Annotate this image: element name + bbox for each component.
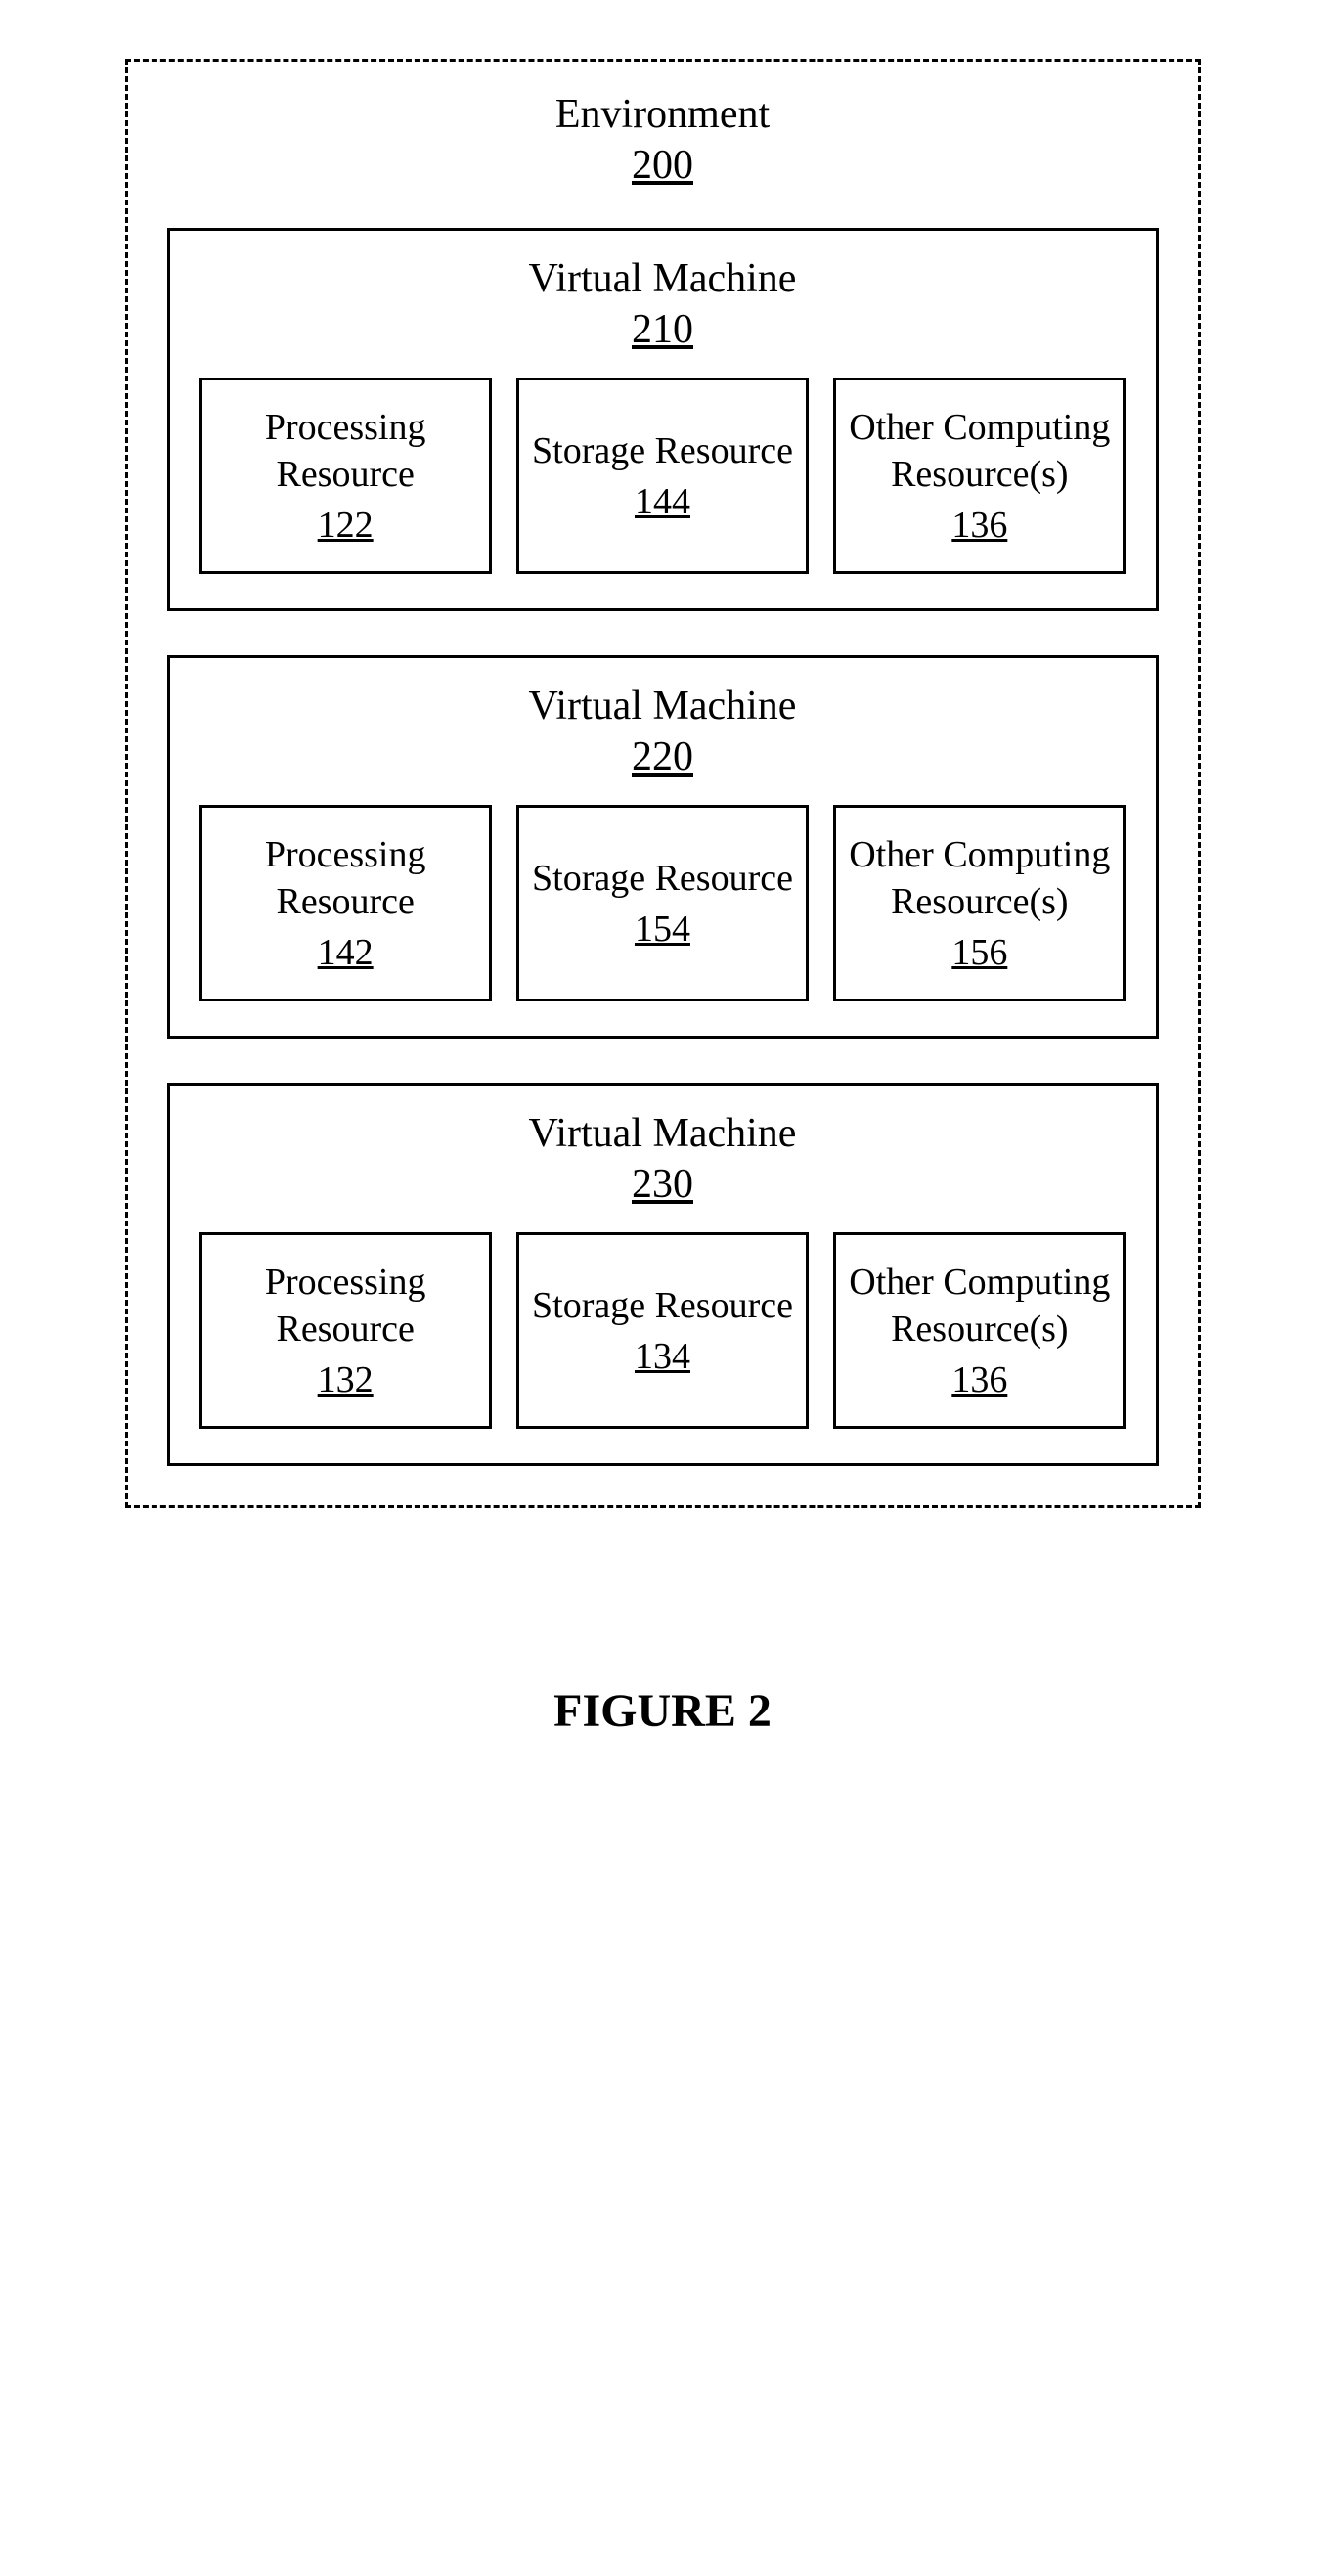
vm-box-0: Virtual Machine 210 Processing Resource … <box>167 228 1159 611</box>
resource-label: Processing Resource <box>212 1260 479 1353</box>
vm-title: Virtual Machine <box>199 255 1126 302</box>
resources-row: Processing Resource 122 Storage Resource… <box>199 378 1126 574</box>
resource-number: 134 <box>635 1335 690 1378</box>
processing-resource: Processing Resource 132 <box>199 1232 492 1429</box>
environment-header: Environment 200 <box>167 91 1159 189</box>
vm-header: Virtual Machine 230 <box>199 1110 1126 1208</box>
vm-title: Virtual Machine <box>199 683 1126 730</box>
vm-header: Virtual Machine 210 <box>199 255 1126 353</box>
resource-number: 156 <box>951 931 1007 974</box>
resource-number: 142 <box>318 931 374 974</box>
other-resource: Other Computing Resource(s) 136 <box>833 1232 1126 1429</box>
environment-number: 200 <box>167 142 1159 189</box>
vm-number: 210 <box>199 306 1126 353</box>
vm-title: Virtual Machine <box>199 1110 1126 1157</box>
resource-number: 136 <box>951 504 1007 547</box>
resource-number: 154 <box>635 908 690 951</box>
resource-label: Storage Resource <box>532 428 793 475</box>
resources-row: Processing Resource 142 Storage Resource… <box>199 805 1126 1001</box>
resource-label: Other Computing Resource(s) <box>846 405 1113 498</box>
resource-label: Other Computing Resource(s) <box>846 832 1113 925</box>
resource-label: Processing Resource <box>212 832 479 925</box>
resource-label: Storage Resource <box>532 1283 793 1330</box>
figure-label: FIGURE 2 <box>553 1684 772 1738</box>
processing-resource: Processing Resource 142 <box>199 805 492 1001</box>
resource-number: 144 <box>635 480 690 523</box>
resource-label: Other Computing Resource(s) <box>846 1260 1113 1353</box>
resource-label: Processing Resource <box>212 405 479 498</box>
resource-number: 132 <box>318 1358 374 1401</box>
vm-number: 230 <box>199 1161 1126 1208</box>
resource-number: 136 <box>951 1358 1007 1401</box>
storage-resource: Storage Resource 154 <box>516 805 809 1001</box>
processing-resource: Processing Resource 122 <box>199 378 492 574</box>
other-resource: Other Computing Resource(s) 136 <box>833 378 1126 574</box>
resources-row: Processing Resource 132 Storage Resource… <box>199 1232 1126 1429</box>
environment-container: Environment 200 Virtual Machine 210 Proc… <box>125 59 1201 1508</box>
vm-number: 220 <box>199 733 1126 780</box>
vm-box-2: Virtual Machine 230 Processing Resource … <box>167 1083 1159 1466</box>
environment-title: Environment <box>167 91 1159 138</box>
vm-box-1: Virtual Machine 220 Processing Resource … <box>167 655 1159 1039</box>
resource-number: 122 <box>318 504 374 547</box>
storage-resource: Storage Resource 144 <box>516 378 809 574</box>
other-resource: Other Computing Resource(s) 156 <box>833 805 1126 1001</box>
storage-resource: Storage Resource 134 <box>516 1232 809 1429</box>
resource-label: Storage Resource <box>532 856 793 903</box>
vm-header: Virtual Machine 220 <box>199 683 1126 780</box>
